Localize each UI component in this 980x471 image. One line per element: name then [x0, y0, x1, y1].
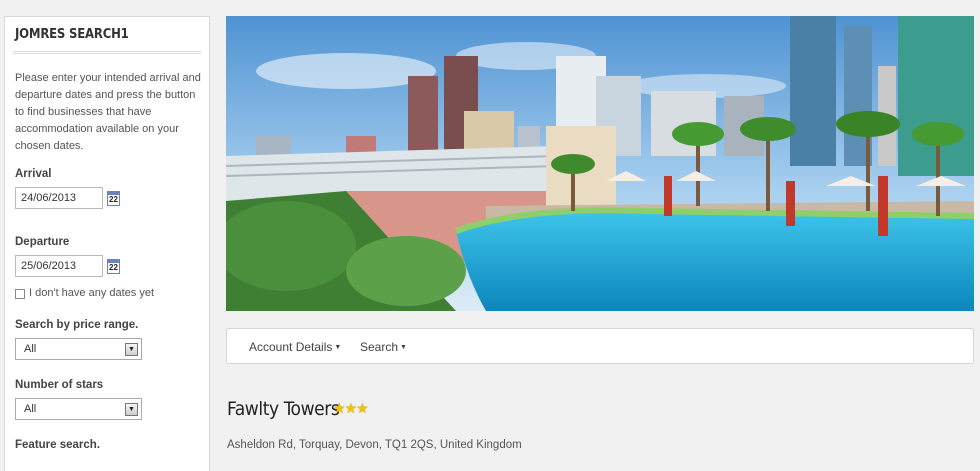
search-sidebar: JOMRES SEARCH1 Please enter your intende… [4, 16, 210, 471]
price-range-value: All [24, 343, 37, 355]
price-range-select[interactable]: All ▼ [15, 338, 142, 360]
calendar-icon[interactable]: 22 [107, 191, 120, 206]
sidebar-title: JOMRES SEARCH1 [15, 27, 129, 42]
caret-down-icon: ▼ [334, 344, 342, 351]
star-icon: ★ [356, 400, 369, 416]
nav-search[interactable]: Search ▼ [360, 340, 407, 354]
stars-select[interactable]: All ▼ [15, 398, 142, 420]
departure-label: Departure [15, 236, 70, 248]
no-dates-label: I don't have any dates yet [29, 287, 155, 299]
chevron-down-icon[interactable]: ▼ [125, 343, 138, 356]
stars-value: All [24, 403, 37, 415]
arrival-date-input[interactable]: 24/06/2013 [15, 187, 103, 209]
arrival-label: Arrival [15, 168, 52, 180]
property-address: Asheldon Rd, Torquay, Devon, TQ1 2QS, Un… [227, 439, 522, 451]
departure-date-input[interactable]: 25/06/2013 [15, 255, 103, 277]
caret-down-icon: ▼ [400, 344, 407, 351]
sidebar-divider [13, 51, 201, 54]
hotel-pool-illustration [226, 16, 974, 311]
calendar-icon[interactable]: 22 [107, 259, 120, 274]
nav-account-details[interactable]: Account Details ▼ [249, 340, 341, 354]
chevron-down-icon[interactable]: ▼ [125, 403, 138, 416]
main-navbar: Account Details ▼ Search ▼ [226, 328, 974, 364]
property-name[interactable]: Fawlty Towers [227, 398, 340, 420]
hero-banner-image [226, 16, 974, 311]
price-range-label: Search by price range. [15, 319, 139, 331]
star-rating: ★★★ [333, 400, 369, 417]
nav-account-details-label: Account Details [249, 340, 333, 354]
no-dates-checkbox[interactable] [15, 289, 25, 299]
stars-label: Number of stars [15, 379, 104, 391]
star-icon: ★ [344, 400, 358, 416]
feature-search-label: Feature search. [15, 439, 101, 451]
sidebar-intro-text: Please enter your intended arrival and d… [15, 72, 201, 152]
star-icon: ★ [333, 400, 346, 416]
nav-search-label: Search [360, 340, 399, 354]
